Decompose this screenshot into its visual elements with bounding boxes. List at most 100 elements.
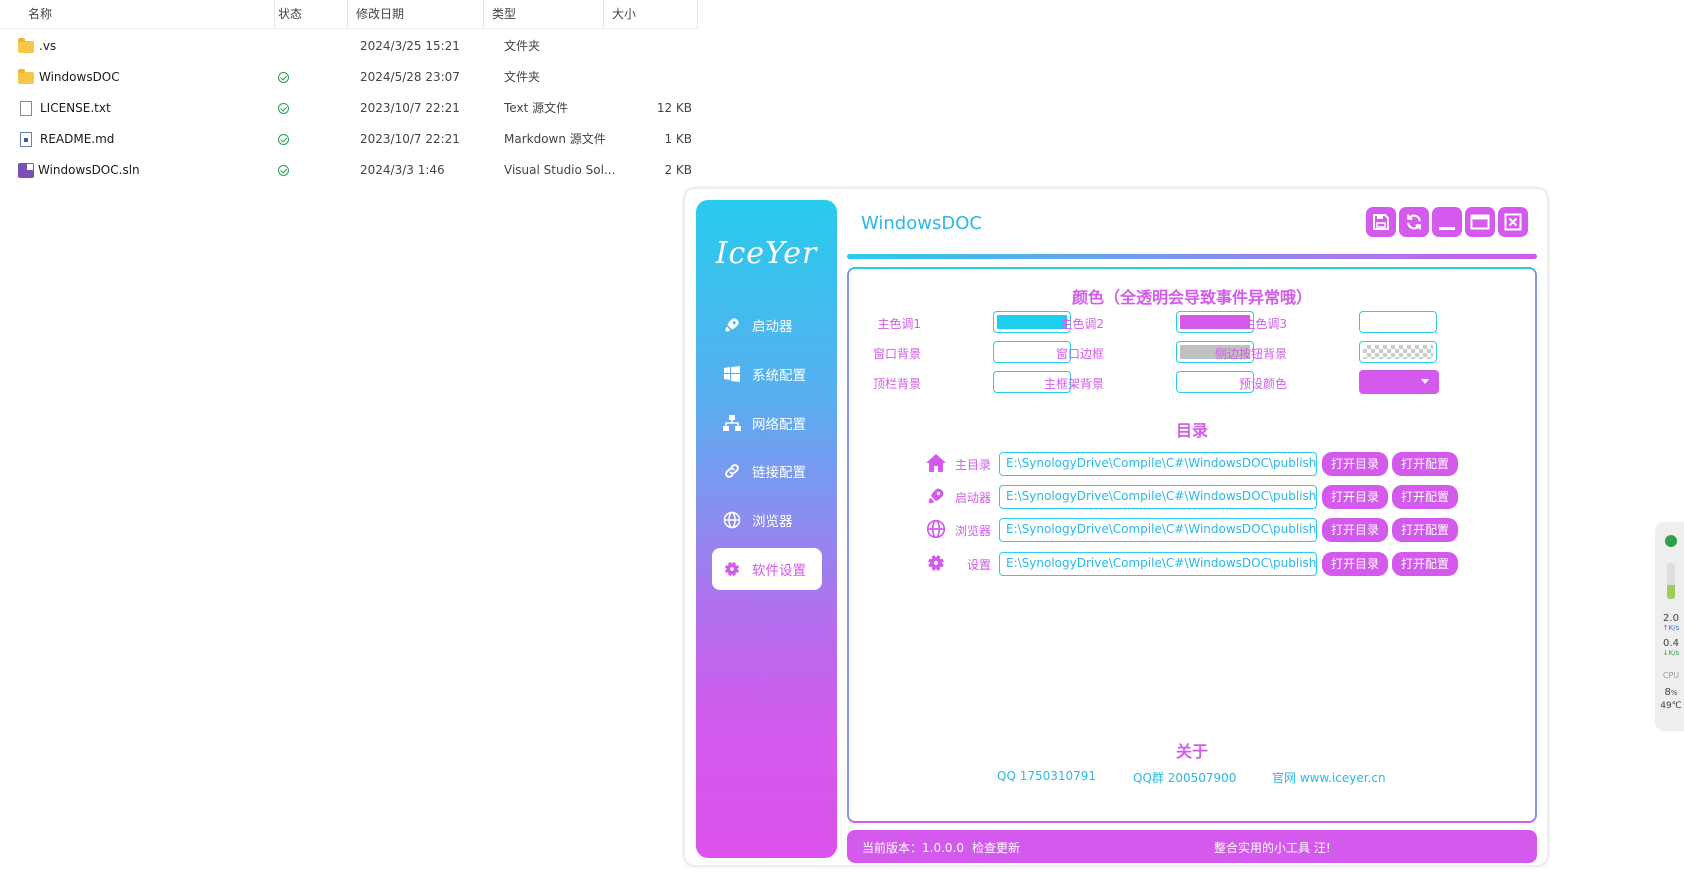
file-explorer: 名称 ⌃ 状态 修改日期 类型 大小 .vs 2024/3/25 15:21 文… bbox=[0, 0, 700, 200]
preset-color-select[interactable] bbox=[1359, 370, 1439, 394]
title-divider bbox=[847, 254, 1537, 259]
download-speed-unit: ↓K/s bbox=[1662, 649, 1680, 657]
file-modified: 2024/3/25 15:21 bbox=[360, 39, 460, 53]
open-config-button[interactable]: 打开配置 bbox=[1392, 485, 1458, 509]
side-button-background-label: 侧边按钮背景 bbox=[1214, 347, 1287, 361]
column-header: 名称 ⌃ 状态 修改日期 类型 大小 bbox=[0, 0, 700, 29]
open-directory-button[interactable]: 打开目录 bbox=[1322, 485, 1388, 509]
primary-color-3-swatch[interactable] bbox=[1359, 311, 1437, 333]
file-size: 1 KB bbox=[664, 132, 692, 146]
file-row[interactable]: README.md 2023/10/7 22:21 Markdown 源文件 1… bbox=[0, 124, 700, 155]
file-modified: 2024/3/3 1:46 bbox=[360, 163, 445, 177]
app-window: IceYer 启动器 系统配置 网络配置 链接配置 浏览器 软件设置 Windo… bbox=[683, 187, 1549, 867]
save-button[interactable] bbox=[1366, 207, 1396, 237]
open-config-button[interactable]: 打开配置 bbox=[1392, 452, 1458, 476]
file-modified: 2024/5/28 23:07 bbox=[360, 70, 460, 84]
sidebar-item-software-settings[interactable]: 软件设置 bbox=[712, 548, 822, 590]
file-row[interactable]: WindowsDOC.sln 2024/3/3 1:46 Visual Stud… bbox=[0, 155, 700, 186]
memory-bar bbox=[1667, 563, 1675, 599]
chevron-down-icon bbox=[1421, 379, 1429, 384]
side-button-background-swatch[interactable] bbox=[1359, 341, 1437, 363]
file-type: 文件夹 bbox=[504, 70, 541, 84]
synced-check-icon bbox=[278, 165, 289, 176]
open-config-button[interactable]: 打开配置 bbox=[1392, 518, 1458, 542]
open-directory-button[interactable]: 打开目录 bbox=[1322, 518, 1388, 542]
main-frame-background-label: 主框架背景 bbox=[1043, 377, 1104, 391]
synced-check-icon bbox=[278, 134, 289, 145]
sidebar-item-label: 软件设置 bbox=[752, 563, 806, 579]
launcher-directory-path-input[interactable]: E:\SynologyDrive\Compile\C#\WindowsDOC\p… bbox=[999, 485, 1317, 509]
file-name: WindowsDOC bbox=[39, 70, 120, 84]
markdown-file-icon bbox=[20, 132, 32, 147]
directory-label: 浏览器 bbox=[954, 524, 991, 538]
open-config-button[interactable]: 打开配置 bbox=[1392, 552, 1458, 576]
file-name: WindowsDOC.sln bbox=[38, 163, 140, 177]
app-logo: IceYer bbox=[715, 236, 818, 271]
open-directory-button[interactable]: 打开目录 bbox=[1322, 452, 1388, 476]
column-type[interactable]: 类型 bbox=[484, 0, 604, 28]
home-directory-path-input[interactable]: E:\SynologyDrive\Compile\C#\WindowsDOC\p… bbox=[999, 452, 1317, 476]
directory-label: 设置 bbox=[966, 558, 991, 572]
cpu-temperature: 49℃ bbox=[1660, 701, 1682, 711]
upload-speed: 2.0 bbox=[1663, 613, 1679, 624]
file-type: 文件夹 bbox=[504, 39, 541, 53]
close-icon bbox=[1504, 213, 1522, 231]
sidebar-item-network-config[interactable]: 网络配置 bbox=[712, 402, 822, 444]
settings-directory-path-input[interactable]: E:\SynologyDrive\Compile\C#\WindowsDOC\p… bbox=[999, 552, 1317, 576]
check-update-link[interactable]: 检查更新 bbox=[972, 839, 1020, 856]
sidebar-item-label: 网络配置 bbox=[752, 417, 806, 433]
file-row[interactable]: WindowsDOC 2024/5/28 23:07 文件夹 bbox=[0, 62, 700, 93]
column-size[interactable]: 大小 bbox=[604, 0, 698, 28]
sidebar-item-label: 启动器 bbox=[752, 319, 793, 335]
window-title: WindowsDOC bbox=[861, 213, 982, 234]
column-modified[interactable]: 修改日期 bbox=[348, 0, 484, 28]
directory-label: 启动器 bbox=[954, 491, 991, 505]
file-type: Text 源文件 bbox=[504, 101, 569, 115]
open-directory-button[interactable]: 打开目录 bbox=[1322, 552, 1388, 576]
directory-title: 目录 bbox=[1175, 421, 1208, 440]
file-row[interactable]: .vs 2024/3/25 15:21 文件夹 bbox=[0, 31, 700, 62]
column-status[interactable]: 状态 bbox=[270, 0, 348, 28]
synced-check-icon bbox=[278, 103, 289, 114]
file-type: Markdown 源文件 bbox=[504, 132, 606, 146]
sidebar-item-link-config[interactable]: 链接配置 bbox=[712, 450, 822, 492]
maximize-button[interactable] bbox=[1465, 207, 1495, 237]
sidebar-item-browser[interactable]: 浏览器 bbox=[712, 499, 822, 541]
synced-check-icon bbox=[278, 72, 289, 83]
preset-color-label: 预设颜色 bbox=[1238, 377, 1287, 391]
network-icon bbox=[722, 413, 742, 433]
folder-icon bbox=[18, 68, 34, 84]
topbar-background-label: 顶栏背景 bbox=[872, 377, 921, 391]
system-monitor-widget[interactable]: 2.0 ↑K/s 0.4 ↓K/s CPU 8% 49℃ bbox=[1656, 523, 1684, 730]
minimize-icon bbox=[1439, 227, 1455, 230]
status-dot-icon bbox=[1665, 535, 1677, 547]
minimize-button[interactable] bbox=[1432, 207, 1462, 237]
browser-directory-path-input[interactable]: E:\SynologyDrive\Compile\C#\WindowsDOC\p… bbox=[999, 518, 1317, 542]
file-name: .vs bbox=[39, 39, 57, 53]
cpu-usage: 8% bbox=[1664, 687, 1678, 698]
about-website-link[interactable]: 官网 www.iceyer.cn bbox=[1272, 769, 1386, 786]
file-modified: 2023/10/7 22:21 bbox=[360, 132, 460, 146]
link-icon bbox=[722, 461, 742, 481]
sidebar-item-launcher[interactable]: 启动器 bbox=[712, 304, 822, 346]
close-button[interactable] bbox=[1498, 207, 1528, 237]
about-qq: QQ 1750310791 bbox=[997, 769, 1097, 783]
upload-speed-unit: ↑K/s bbox=[1662, 624, 1680, 632]
globe-icon bbox=[722, 510, 742, 530]
windows-icon bbox=[722, 364, 742, 384]
memory-bar-fill bbox=[1667, 584, 1675, 599]
folder-icon bbox=[18, 37, 34, 53]
sidebar-item-system-config[interactable]: 系统配置 bbox=[712, 353, 822, 395]
transparent-checker-icon bbox=[1363, 345, 1433, 359]
sidebar-item-label: 浏览器 bbox=[752, 514, 793, 530]
save-icon bbox=[1373, 214, 1389, 230]
refresh-button[interactable] bbox=[1399, 207, 1429, 237]
file-row[interactable]: LICENSE.txt 2023/10/7 22:21 Text 源文件 12 … bbox=[0, 93, 700, 124]
about-qq-group: QQ群 200507900 bbox=[1133, 771, 1237, 785]
file-name: LICENSE.txt bbox=[40, 101, 111, 115]
file-size: 12 KB bbox=[656, 101, 692, 115]
maximize-icon bbox=[1470, 214, 1490, 230]
primary-color-2-label: 主色调2 bbox=[1060, 317, 1104, 331]
download-speed: 0.4 bbox=[1663, 638, 1679, 649]
about-title: 关于 bbox=[1175, 742, 1208, 761]
